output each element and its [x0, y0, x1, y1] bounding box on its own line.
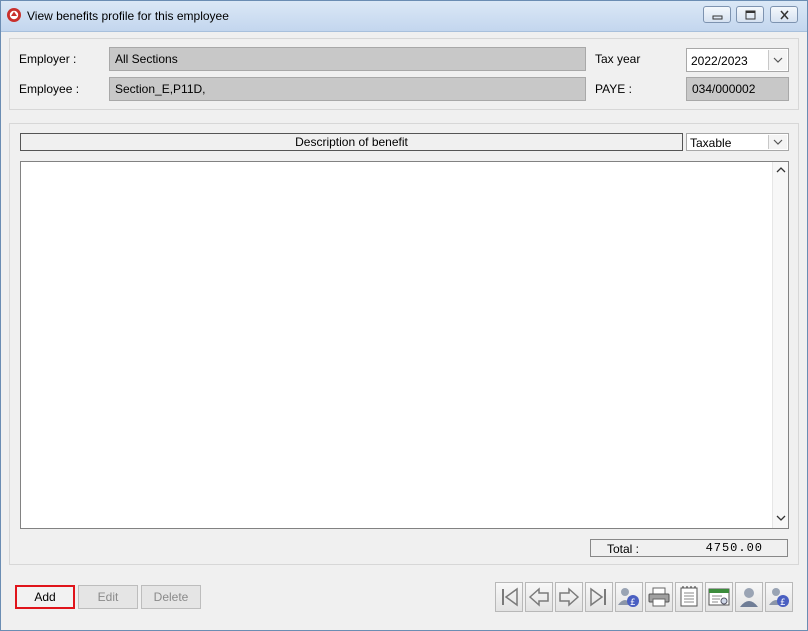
paye-field: 034/000002	[686, 77, 789, 101]
paye-label: PAYE :	[595, 82, 632, 96]
maximize-button[interactable]	[736, 6, 764, 23]
employee-pay-button[interactable]: £	[615, 582, 643, 612]
benefit-filter-value: Taxable	[690, 136, 732, 150]
edit-button[interactable]: Edit	[78, 585, 138, 609]
svg-text:£: £	[780, 598, 786, 608]
next-record-icon	[559, 587, 580, 607]
first-record-button[interactable]	[495, 582, 523, 612]
chevron-down-icon	[773, 139, 783, 145]
employee-field: Section_E,P11D,	[109, 77, 586, 101]
benefit-filter-dropdown-button[interactable]	[768, 135, 787, 149]
next-record-button[interactable]	[555, 582, 583, 612]
first-record-icon	[502, 587, 518, 607]
total-label: Total :	[607, 542, 640, 556]
employee-label: Employee :	[19, 82, 80, 96]
employee-pay-icon: £	[618, 588, 639, 608]
window-title: View benefits profile for this employee	[27, 9, 229, 23]
report-button[interactable]	[705, 582, 733, 612]
print-button[interactable]	[645, 582, 673, 612]
vertical-scrollbar[interactable]	[772, 162, 788, 528]
employer-field: All Sections	[109, 47, 586, 71]
tax-year-value: 2022/2023	[691, 54, 748, 68]
notepad-icon	[680, 586, 698, 607]
employee-icon	[740, 588, 758, 607]
scroll-up-icon[interactable]	[773, 162, 789, 178]
maximize-icon	[745, 10, 756, 20]
previous-record-icon	[528, 587, 549, 607]
close-button[interactable]	[770, 6, 798, 23]
benefit-filter-select[interactable]: Taxable	[686, 133, 789, 151]
benefits-list[interactable]	[20, 161, 789, 529]
tax-year-dropdown-button[interactable]	[768, 50, 787, 70]
employer-label: Employer :	[19, 52, 77, 66]
title-bar: View benefits profile for this employee	[1, 1, 807, 32]
employee-info-panel: Employer : All Sections Employee : Secti…	[9, 38, 799, 110]
tax-year-select[interactable]: 2022/2023	[686, 48, 789, 72]
last-record-icon	[590, 587, 606, 607]
scroll-down-icon[interactable]	[773, 510, 789, 526]
description-column-header[interactable]: Description of benefit	[20, 133, 683, 151]
delete-button[interactable]: Delete	[141, 585, 201, 609]
chevron-down-icon	[773, 57, 783, 63]
report-icon	[708, 588, 730, 606]
total-value: 4750.00	[705, 541, 763, 555]
print-icon	[648, 587, 670, 607]
employee-pay-alt-button[interactable]: £	[765, 582, 793, 612]
main-window: View benefits profile for this employee …	[0, 0, 808, 631]
tax-year-label: Tax year	[595, 52, 641, 66]
previous-record-button[interactable]	[525, 582, 553, 612]
employee-button[interactable]	[735, 582, 763, 612]
notepad-button[interactable]	[675, 582, 703, 612]
add-button[interactable]: Add	[15, 585, 75, 609]
employee-pay-alt-icon: £	[769, 588, 789, 608]
svg-text:£: £	[630, 598, 636, 608]
minimize-button[interactable]	[703, 6, 731, 23]
total-box: Total : 4750.00	[590, 539, 788, 557]
minimize-icon	[712, 15, 723, 20]
close-icon	[780, 10, 789, 20]
app-logo-icon	[7, 8, 21, 22]
benefits-panel: Description of benefit Taxable Total : 4…	[9, 123, 799, 565]
last-record-button[interactable]	[585, 582, 613, 612]
